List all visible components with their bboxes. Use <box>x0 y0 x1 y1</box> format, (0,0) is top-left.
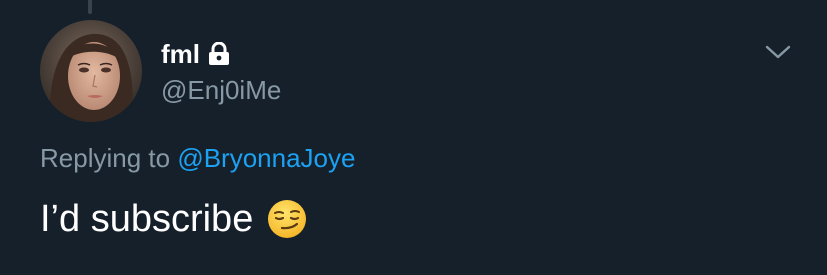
lock-icon <box>208 42 230 66</box>
display-name-row[interactable]: fml <box>161 38 230 70</box>
tweet-text: I’d subscribe <box>40 198 254 240</box>
display-name[interactable]: fml <box>161 38 200 70</box>
tweet-card: fml @Enj0iMe Replying to @BryonnaJoye I’… <box>0 0 827 275</box>
replying-to-mention-link[interactable]: @BryonnaJoye <box>177 143 355 173</box>
tweet-body: I’d subscribe <box>40 196 307 242</box>
smirking-face-emoji-icon <box>267 199 307 239</box>
user-handle[interactable]: @Enj0iMe <box>161 74 281 106</box>
replying-to-prefix: Replying to <box>40 143 171 173</box>
replying-to-line: Replying to @BryonnaJoye <box>40 142 355 174</box>
chevron-down-icon[interactable] <box>764 40 792 64</box>
avatar-image <box>40 20 142 122</box>
thread-connector-line <box>88 0 92 14</box>
avatar[interactable] <box>40 20 142 122</box>
